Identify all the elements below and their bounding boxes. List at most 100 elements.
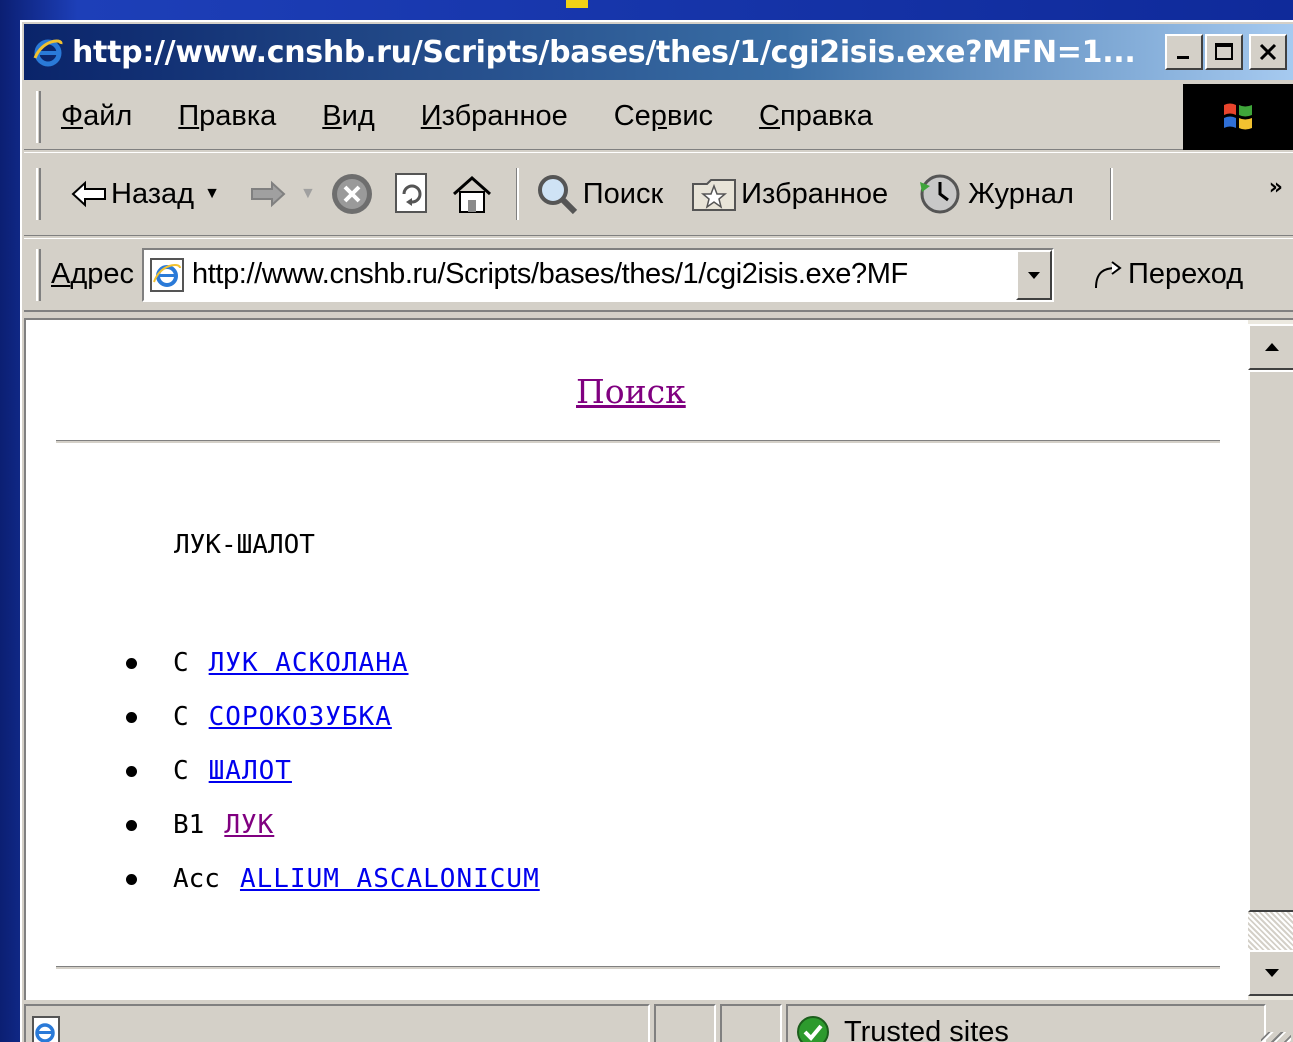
address-label: Адрес (51, 258, 134, 291)
relations-list: С ЛУК АСКОЛАНА С СОРОКОЗУБКА С ШАЛОТ В1 … (126, 636, 540, 906)
chevron-up-icon (1264, 343, 1279, 351)
relation-code: С (173, 756, 189, 786)
toolbar-grip[interactable] (36, 168, 41, 220)
forward-button[interactable]: ▼ (250, 179, 316, 209)
browser-window: http://www.cnshb.ru/Scripts/bases/thes/1… (20, 20, 1293, 1042)
menu-tools-prefix: Се (613, 100, 651, 132)
list-item: С ШАЛОТ (126, 744, 540, 798)
menu-edit[interactable]: Правка (178, 100, 276, 133)
ie-icon (30, 34, 66, 70)
refresh-button[interactable] (392, 172, 436, 216)
forward-dropdown-icon[interactable]: ▼ (300, 185, 316, 203)
history-label: Журнал (968, 177, 1074, 210)
relation-code: В1 (173, 810, 205, 840)
menu-bar: Файл Правка Вид Избранное Сервис Справка (24, 84, 1293, 150)
list-item: С СОРОКОЗУБКА (126, 690, 540, 744)
address-bar: Адрес http://www.cnshb.ru/Scripts/bases/… (24, 238, 1293, 312)
history-button[interactable]: Журнал (916, 172, 1074, 216)
url-input[interactable]: http://www.cnshb.ru/Scripts/bases/thes/1… (192, 258, 1000, 291)
ie-page-icon (150, 257, 185, 292)
security-zone-pane[interactable]: Trusted sites (786, 1004, 1266, 1042)
home-icon (450, 174, 494, 214)
forward-arrow-icon (250, 179, 286, 209)
address-field[interactable]: http://www.cnshb.ru/Scripts/bases/thes/1… (142, 247, 1055, 302)
maximize-icon (1215, 43, 1233, 60)
relation-code: Acc (173, 864, 220, 894)
menubar-grip[interactable] (36, 90, 41, 143)
minimize-icon (1177, 56, 1189, 59)
resize-grip-icon[interactable] (1261, 1032, 1291, 1042)
scroll-thumb[interactable] (1248, 370, 1293, 912)
search-icon (535, 172, 579, 216)
status-pane-progress (654, 1004, 716, 1042)
scroll-down-button[interactable] (1248, 950, 1293, 996)
toolbar-more-chevron[interactable]: » (1269, 175, 1283, 200)
menu-help-label: правка (780, 100, 873, 132)
relation-code: С (173, 702, 189, 732)
address-label-text: дрес (70, 258, 135, 290)
search-link[interactable]: Поиск (576, 372, 686, 411)
favorites-button[interactable]: Избранное (691, 174, 888, 214)
maximize-button[interactable] (1205, 34, 1243, 70)
bullet-icon (126, 819, 137, 831)
relation-link[interactable]: ALLIUM ASCALONICUM (240, 864, 540, 894)
menu-view-label: ид (341, 100, 375, 132)
relation-link[interactable]: СОРОКОЗУБКА (209, 702, 392, 732)
chevron-down-icon (1264, 969, 1279, 977)
web-page: Поиск ЛУК-ШАЛОТ С ЛУК АСКОЛАНА С СОРОКОЗ… (26, 320, 1248, 1000)
back-label: Назад (111, 177, 195, 210)
close-button[interactable] (1249, 34, 1287, 70)
menu-view[interactable]: Вид (322, 100, 374, 133)
bullet-icon (126, 765, 137, 777)
list-item: Acc ALLIUM ASCALONICUM (126, 852, 540, 906)
list-item: С ЛУК АСКОЛАНА (126, 636, 540, 690)
scroll-up-button[interactable] (1248, 324, 1293, 370)
relation-link[interactable]: ШАЛОТ (209, 756, 292, 786)
menu-file[interactable]: Файл (61, 100, 132, 133)
stop-button[interactable] (330, 172, 378, 216)
address-label-accel: А (51, 258, 71, 290)
menu-tools-accel: р (650, 100, 667, 132)
vertical-scrollbar[interactable] (1248, 320, 1293, 1000)
favorites-icon (691, 174, 737, 214)
zone-label: Trusted sites (844, 1015, 1009, 1042)
home-button[interactable] (450, 174, 498, 214)
standard-toolbar: Назад ▼ ▼ Поиск Избранное Журнал » (24, 152, 1293, 236)
minimize-button[interactable] (1165, 34, 1203, 70)
windows-flag-icon (1183, 84, 1293, 150)
search-label: Поиск (582, 177, 664, 210)
relation-link[interactable]: ЛУК АСКОЛАНА (209, 648, 409, 678)
addressbar-grip[interactable] (36, 248, 41, 301)
page-icon (32, 1016, 62, 1042)
menu-tools[interactable]: Сервис (614, 100, 713, 133)
back-dropdown-icon[interactable]: ▼ (204, 185, 220, 203)
horizontal-rule-bottom (56, 966, 1220, 969)
relation-link[interactable]: ЛУК (224, 810, 274, 840)
favorites-label: Избранное (741, 177, 889, 210)
go-label: Переход (1128, 258, 1244, 290)
menu-help[interactable]: Справка (759, 100, 873, 133)
back-arrow-icon (71, 179, 107, 209)
status-pane-security (720, 1004, 782, 1042)
list-item: В1 ЛУК (126, 798, 540, 852)
scroll-track[interactable] (1248, 912, 1293, 950)
title-bar[interactable]: http://www.cnshb.ru/Scripts/bases/thes/1… (24, 24, 1293, 80)
content-frame: Поиск ЛУК-ШАЛОТ С ЛУК АСКОЛАНА С СОРОКОЗ… (24, 318, 1293, 1000)
menu-edit-label: равка (199, 100, 277, 132)
chevron-down-icon (1028, 271, 1041, 279)
bullet-icon (126, 873, 137, 885)
status-main-pane (24, 1004, 650, 1042)
address-dropdown-button[interactable] (1016, 249, 1053, 300)
go-button[interactable]: Переход (1090, 258, 1243, 292)
toolbar-separator-2 (1109, 168, 1113, 220)
horizontal-rule-top (56, 440, 1220, 443)
menu-view-accel: В (322, 100, 342, 132)
search-button[interactable]: Поиск (535, 172, 663, 216)
menu-edit-accel: П (178, 100, 200, 132)
menu-favorites[interactable]: Избранное (421, 100, 568, 133)
back-button[interactable]: Назад ▼ (71, 178, 220, 211)
menu-file-accel: Ф (61, 100, 84, 132)
trusted-check-icon (796, 1015, 830, 1042)
close-icon (1259, 43, 1277, 61)
go-arrow-icon (1090, 258, 1124, 292)
